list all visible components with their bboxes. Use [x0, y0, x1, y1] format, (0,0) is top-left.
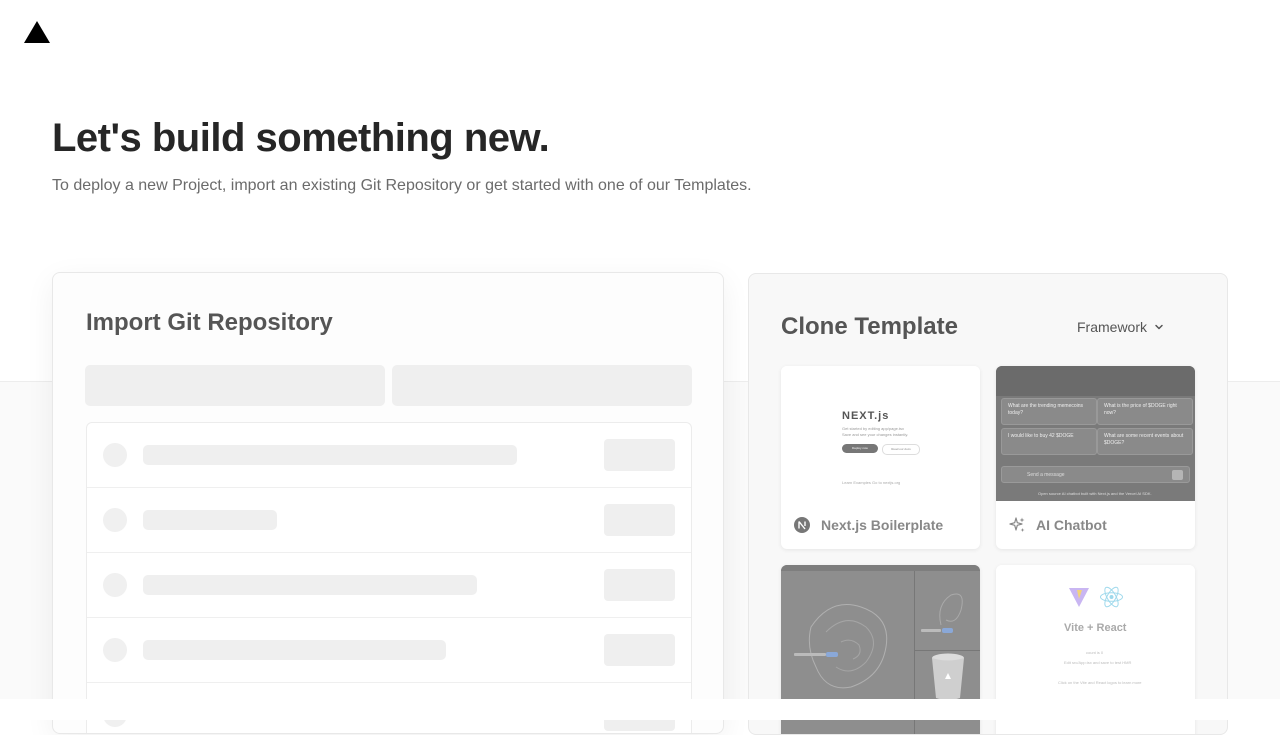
- template-label: AI Chatbot: [1036, 517, 1107, 533]
- nextjs-wordmark: NEXT.js: [842, 410, 890, 422]
- thumb-cup-illustration: [932, 653, 964, 700]
- list-item: [87, 618, 691, 683]
- repo-avatar-skeleton: [103, 573, 127, 597]
- thumb-text: count is 0: [1086, 650, 1104, 655]
- thumb-send-icon: [1172, 470, 1183, 480]
- thumb-links: Learn Examples Go to nextjs.org: [842, 480, 901, 485]
- thumb-suggestion: What are some recent events about $DOGE?: [1097, 428, 1193, 455]
- thumb-text: Click on the Vite and React logos to lea…: [1058, 680, 1142, 685]
- page-title: Let's build something new.: [52, 116, 550, 160]
- repo-search-skeleton: [392, 365, 692, 406]
- thumb-3d-model-illustration: [808, 604, 888, 689]
- framework-filter-label: Framework: [1077, 319, 1148, 335]
- sparkles-icon: [1009, 517, 1025, 532]
- import-git-repository-card: Import Git Repository: [52, 272, 724, 734]
- vite-logo-icon: [1069, 588, 1089, 607]
- template-card-nextjs-boilerplate[interactable]: NEXT.js Get started by editing app/page.…: [781, 366, 980, 549]
- import-button-skeleton: [604, 569, 675, 601]
- thumb-text: Get started by editing app/page.tsx: [842, 426, 905, 431]
- vercel-logo-icon[interactable]: [24, 21, 50, 43]
- page-bottom-edge: [0, 699, 1280, 720]
- thumb-text: Save and see your changes instantly.: [842, 432, 909, 437]
- clone-card-title: Clone Template: [781, 313, 958, 340]
- thumb-divider: [914, 650, 980, 651]
- thumb-note: Open source AI chatbot built with Next.j…: [1038, 491, 1152, 496]
- template-footer: Next.js Boilerplate: [781, 501, 980, 549]
- import-card-title: Import Git Repository: [86, 309, 333, 336]
- repo-name-skeleton: [143, 640, 446, 660]
- clone-template-card: Clone Template Framework NEXT.js Get sta…: [748, 273, 1228, 735]
- template-thumbnail: NEXT.js Get started by editing app/page.…: [781, 366, 980, 501]
- thumb-header: [781, 565, 980, 571]
- thumb-caption-line: [921, 629, 941, 632]
- thumb-tag: [826, 652, 838, 657]
- nextjs-icon: [794, 517, 810, 533]
- repo-name-skeleton: [143, 510, 277, 530]
- repo-avatar-skeleton: [103, 638, 127, 662]
- template-thumbnail: What are the trending memecoins today? W…: [996, 366, 1195, 501]
- thumb-deploy-pill: Deploy now: [842, 444, 878, 453]
- import-button-skeleton: [604, 634, 675, 666]
- template-card-ai-chatbot[interactable]: What are the trending memecoins today? W…: [996, 366, 1195, 549]
- thumb-header: [996, 366, 1195, 396]
- thumb-title: Vite + React: [1064, 622, 1127, 634]
- list-item: [87, 488, 691, 553]
- thumb-message-input: Send a message: [1001, 466, 1190, 483]
- repo-avatar-skeleton: [103, 508, 127, 532]
- thumb-suggestion: What are the trending memecoins today?: [1001, 398, 1097, 425]
- template-footer: AI Chatbot: [996, 501, 1195, 549]
- repo-avatar-skeleton: [103, 443, 127, 467]
- template-label: Next.js Boilerplate: [821, 517, 944, 533]
- thumb-text: Edit src/App.tsx and save to test HMR: [1064, 660, 1132, 665]
- thumb-docs-pill: Read our docs: [882, 444, 920, 455]
- repo-name-skeleton: [143, 445, 517, 465]
- list-item: [87, 553, 691, 618]
- import-button-skeleton: [604, 504, 675, 536]
- react-logo-icon: [1100, 586, 1123, 608]
- list-item: [87, 423, 691, 488]
- chevron-down-icon: [1155, 324, 1163, 330]
- thumb-tag: [942, 628, 953, 633]
- repository-list: [86, 422, 692, 733]
- page-subtitle: To deploy a new Project, import an exist…: [52, 177, 752, 194]
- thumb-caption-line: [794, 653, 826, 656]
- framework-filter-dropdown[interactable]: Framework: [1069, 314, 1173, 340]
- import-button-skeleton: [604, 439, 675, 471]
- repo-name-skeleton: [143, 575, 477, 595]
- git-scope-selector-skeleton: [85, 365, 385, 406]
- thumb-suggestion: What is the price of $DOGE right now?: [1097, 398, 1193, 425]
- thumb-suggestion: I would like to buy 42 $DOGE: [1001, 428, 1097, 455]
